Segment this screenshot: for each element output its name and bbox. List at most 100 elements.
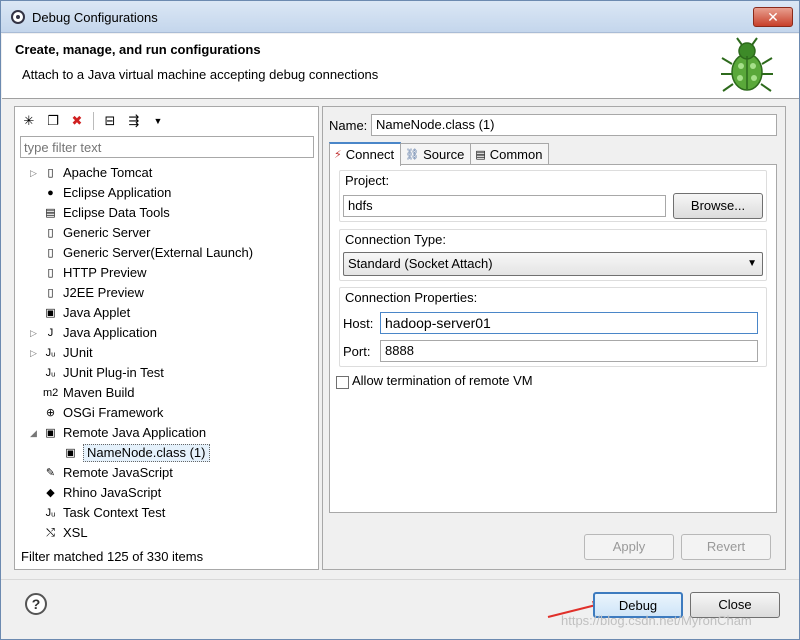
tree-item[interactable]: ⤭ XSL [15,523,318,543]
tree-item-label: JUnit Plug-in Test [63,365,164,380]
applet-icon: ▣ [45,307,56,319]
allow-termination-checkbox[interactable] [336,376,349,389]
collapse-all-icon[interactable]: ⊟ [100,111,120,131]
allow-termination-label: Allow termination of remote VM [352,373,533,388]
server-icon: ▯ [47,287,54,299]
debug-bug-icon [721,37,773,92]
rhino-icon: ◆ [46,487,55,499]
java-app-icon: J [47,327,54,339]
tree-item-label: NameNode.class (1) [83,444,210,462]
tree-item[interactable]: ▣ Java Applet [15,303,318,323]
new-configuration-icon[interactable]: ✳ [19,111,39,131]
junit-plugin-icon: Jᵤ [45,367,56,379]
connect-tab-pane: Project: hdfs Browse... Connection Type:… [329,164,777,513]
remote-config-icon: ▣ [65,447,76,459]
tree-item[interactable]: ▷ J Java Application [15,323,318,343]
tree-item-label: JUnit [63,345,93,360]
project-field[interactable]: hdfs [343,195,666,217]
tree-item-label: J2EE Preview [63,285,144,300]
host-label: Host: [343,316,374,331]
tab-common-label: Common [489,146,543,162]
revert-button[interactable]: Revert [681,534,771,560]
tree-item[interactable]: ▯ J2EE Preview [15,283,318,303]
tree-item-label: Rhino JavaScript [63,485,162,500]
xsl-icon: ⤭ [46,527,55,539]
tree-expander-icon[interactable]: ▷ [30,343,40,363]
tree-item[interactable]: ▷ Jᵤ JUnit [15,343,318,363]
osgi-icon: ⊕ [45,407,56,419]
window-close-button[interactable]: ✕ [753,7,793,27]
port-label: Port: [343,344,371,359]
database-icon: ▤ [45,207,56,219]
maven-icon: m2 [43,387,59,399]
tab-connect[interactable]: ⚡ Connect [329,142,402,166]
tree-item[interactable]: ✎ Remote JavaScript [15,463,318,483]
tab-source[interactable]: ⛓ Source [400,143,472,165]
filter-icon[interactable]: ⇶ [124,111,144,131]
tree-expander-icon[interactable]: ▷ [30,323,40,343]
tree-item-label: Maven Build [63,385,135,400]
tree-item[interactable]: ▯ HTTP Preview [15,263,318,283]
port-field[interactable]: 8888 [380,340,758,362]
project-label: Project: [345,173,390,188]
tree-item-label: Eclipse Data Tools [63,205,170,220]
task-context-icon: Jᵤ [45,507,56,519]
duplicate-icon[interactable]: ❐ [43,111,63,131]
tab-common[interactable]: ▤ Common [470,143,550,165]
config-toolbar: ✳ ❐ ✖ ⊟ ⇶ ▼ [19,109,168,133]
window-title: Debug Configurations [32,10,158,25]
remote-java-icon: ▣ [45,427,56,439]
tree-expander-icon[interactable]: ▷ [30,163,40,183]
apply-button[interactable]: Apply [584,534,674,560]
tree-item[interactable]: ● Eclipse Application [15,183,318,203]
tree-item[interactable]: ▤ Eclipse Data Tools [15,203,318,223]
debug-configurations-dialog: Debug Configurations ✕ Create, manage, a… [0,0,800,640]
title-bar: Debug Configurations ✕ [1,1,799,33]
tree-expander-icon[interactable]: ◢ [30,423,40,443]
dialog-header: Create, manage, and run configurations A… [2,34,799,99]
tab-connect-label: Connect [345,147,395,162]
configuration-tree: ▷ ▯ Apache Tomcat ● Eclipse Application ▤ Ecli… [15,163,318,543]
browse-button[interactable]: Browse... [673,193,763,219]
connection-properties-group: Connection Properties: Host: hadoop-serv… [339,287,767,367]
tree-item[interactable]: ◢ ▣ Remote Java Application [15,423,318,443]
server-icon: ▯ [47,247,54,259]
connection-type-select[interactable]: Standard (Socket Attach) ▼ [343,252,763,276]
tree-item[interactable]: Jᵤ Task Context Test [15,503,318,523]
header-subtitle: Attach to a Java virtual machine accepti… [22,67,379,82]
server-icon: ▯ [47,267,54,279]
tree-item[interactable]: ▷ ▯ Apache Tomcat [15,163,318,183]
eclipse-app-icon [11,10,25,24]
configuration-list-panel: ✳ ❐ ✖ ⊟ ⇶ ▼ ▷ ▯ Apache Tomcat ● Eclipse Appl… [14,106,319,570]
tree-item-label: Remote JavaScript [63,465,173,480]
tree-child-item[interactable]: ▣ NameNode.class (1) [15,443,318,463]
filter-input[interactable] [20,136,314,158]
connection-type-group: Connection Type: Standard (Socket Attach… [339,229,767,281]
server-icon: ▯ [47,227,54,239]
eclipse-icon: ● [47,187,54,199]
tab-source-label: Source [423,146,465,162]
source-icon: ⛓ [405,148,420,161]
tree-item-label: Apache Tomcat [63,165,153,180]
tree-item[interactable]: m2 Maven Build [15,383,318,403]
delete-icon[interactable]: ✖ [67,111,87,131]
toolbar-separator [93,112,94,130]
config-tabs: ⚡ Connect ⛓ Source ▤ Common [329,142,550,166]
tree-item-label: Remote Java Application [63,425,207,440]
tree-item-label: Generic Server(External Launch) [63,245,254,260]
configuration-detail-panel: Name: NameNode.class (1) ⚡ Connect ⛓ Sou… [322,106,786,570]
tree-item[interactable]: ◆ Rhino JavaScript [15,483,318,503]
tree-item-label: Task Context Test [63,505,166,520]
help-icon[interactable]: ? [25,593,47,615]
tree-item[interactable]: ⊕ OSGi Framework [15,403,318,423]
chevron-down-icon[interactable]: ▼ [148,111,168,131]
footer-separator [1,579,799,580]
project-group: Project: hdfs Browse... [339,170,767,222]
tomcat-icon: ▯ [47,167,54,179]
tree-item[interactable]: ▯ Generic Server [15,223,318,243]
tree-item-label: Java Applet [63,305,131,320]
tree-item[interactable]: Jᵤ JUnit Plug-in Test [15,363,318,383]
name-field[interactable]: NameNode.class (1) [371,114,777,136]
tree-item[interactable]: ▯ Generic Server(External Launch) [15,243,318,263]
host-field[interactable]: hadoop-server01 [380,312,758,334]
